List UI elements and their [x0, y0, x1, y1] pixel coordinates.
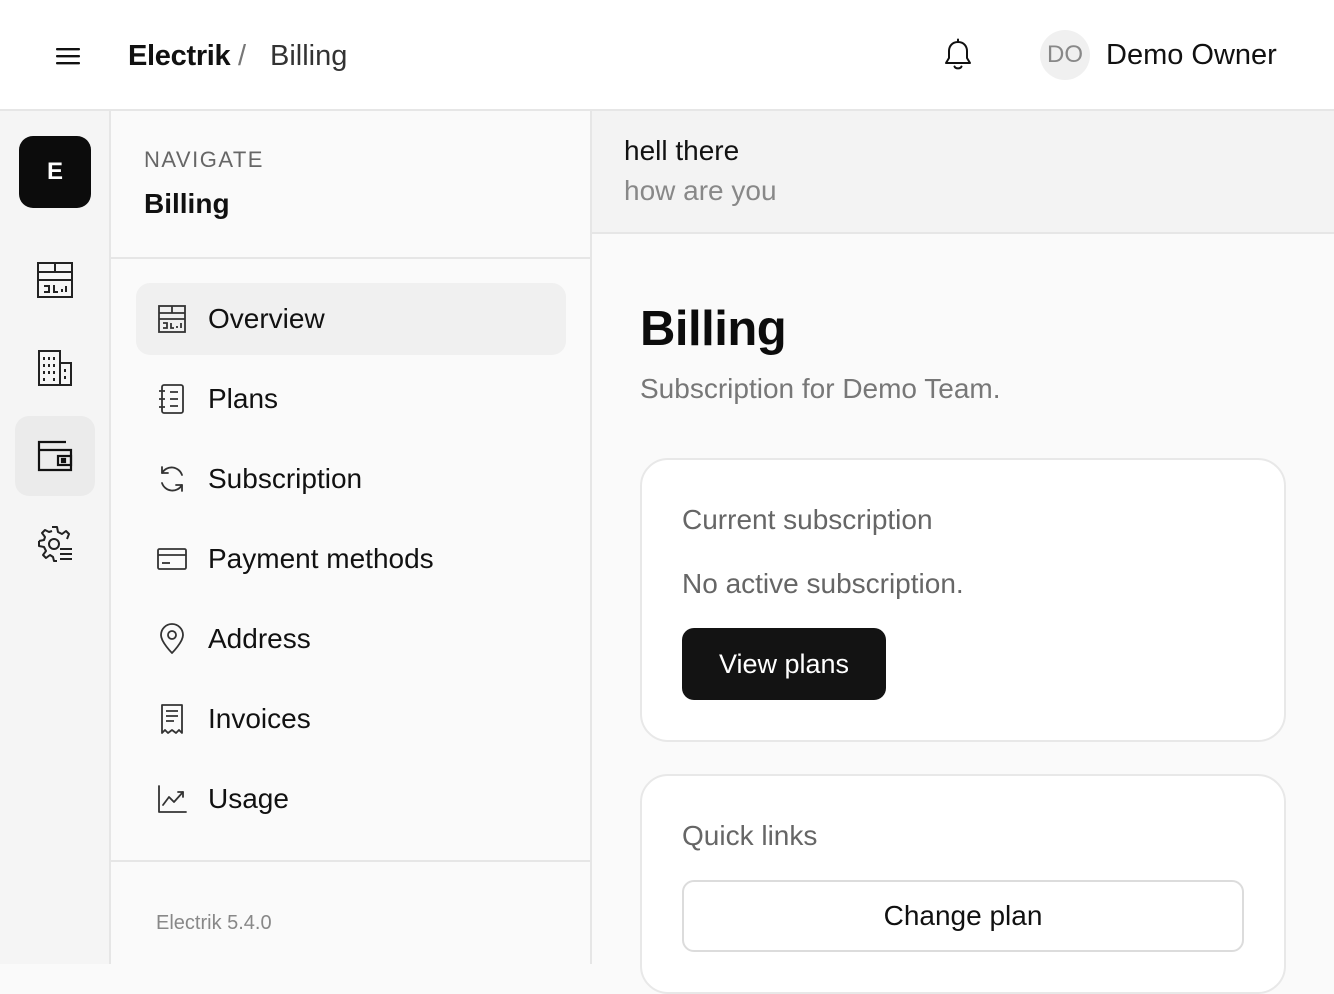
nav-footer: Electrik 5.4.0 — [111, 860, 590, 964]
subscription-status: No active subscription. — [682, 568, 964, 599]
refresh-icon — [161, 466, 183, 492]
notifications-button[interactable] — [938, 34, 978, 76]
rail-item-dashboard[interactable] — [15, 240, 95, 320]
nav-header: NAVIGATE Billing — [111, 111, 590, 259]
avatar: DO — [1040, 30, 1090, 80]
banner-title: hell there — [624, 135, 740, 166]
view-plans-button[interactable]: View plans — [682, 628, 886, 700]
main-content: hell there how are you Billing Subscript… — [592, 111, 1334, 994]
menu-icon — [56, 48, 80, 65]
top-header: Electrik / Billing DO Demo Owner — [0, 0, 1334, 111]
breadcrumb-separator: / — [238, 40, 247, 72]
nav-item-label: Address — [208, 623, 311, 654]
credit-card-icon — [157, 548, 187, 570]
bell-icon — [945, 38, 971, 70]
card-title: Quick links — [682, 820, 818, 851]
change-plan-button[interactable]: Change plan — [682, 880, 1244, 952]
page-title: Billing — [640, 302, 787, 356]
nav-item-label: Usage — [208, 783, 289, 814]
map-pin-icon — [160, 623, 184, 654]
receipt-icon — [161, 704, 183, 734]
user-name: Demo Owner — [1106, 38, 1277, 71]
nav-item-subscription[interactable]: Subscription — [136, 443, 566, 515]
dashboard-icon — [158, 305, 186, 333]
nav-item-plans[interactable]: Plans — [136, 363, 566, 435]
rail-item-organization[interactable] — [15, 328, 95, 408]
current-subscription-card: Current subscription No active subscript… — [640, 458, 1286, 742]
rail-item-billing[interactable] — [15, 416, 95, 496]
nav-item-overview[interactable]: Overview — [136, 283, 566, 355]
building-icon — [38, 350, 72, 386]
nav-item-label: Invoices — [208, 703, 311, 734]
quick-links-card: Quick links Change plan — [640, 774, 1286, 994]
card-title: Current subscription — [682, 504, 933, 535]
workspace-logo[interactable]: E — [19, 136, 91, 208]
nav-item-usage[interactable]: Usage — [136, 763, 566, 835]
chart-line-icon — [158, 785, 187, 813]
user-menu[interactable]: DO Demo Owner — [1040, 30, 1277, 80]
nav-item-invoices[interactable]: Invoices — [136, 683, 566, 755]
nav-item-label: Plans — [208, 383, 279, 414]
banner-subtitle: how are you — [624, 175, 777, 206]
app-version: Electrik 5.4.0 — [156, 912, 272, 934]
nav-item-address[interactable]: Address — [136, 603, 566, 675]
breadcrumb-app[interactable]: Electrik — [128, 36, 231, 76]
nav-title: Billing — [144, 188, 230, 219]
page-subtitle: Subscription for Demo Team. — [640, 373, 1001, 404]
icon-rail: E — [0, 111, 111, 964]
dashboard-icon — [37, 262, 73, 298]
wallet-icon — [37, 440, 73, 472]
settings-icon — [38, 526, 72, 562]
secondary-nav: NAVIGATE Billing Overview Plans Subscrip… — [111, 111, 592, 964]
nav-item-payment-methods[interactable]: Payment methods — [136, 523, 566, 595]
nav-item-label: Subscription — [208, 463, 363, 494]
nav-item-label: Overview — [208, 303, 325, 334]
nav-kicker: NAVIGATE — [144, 147, 264, 172]
info-banner: hell there how are you — [592, 111, 1334, 234]
notebook-icon — [159, 384, 184, 414]
rail-item-settings[interactable] — [15, 504, 95, 584]
menu-button[interactable] — [48, 36, 88, 76]
nav-item-label: Payment methods — [208, 543, 434, 574]
breadcrumb-page: Billing — [270, 40, 348, 72]
